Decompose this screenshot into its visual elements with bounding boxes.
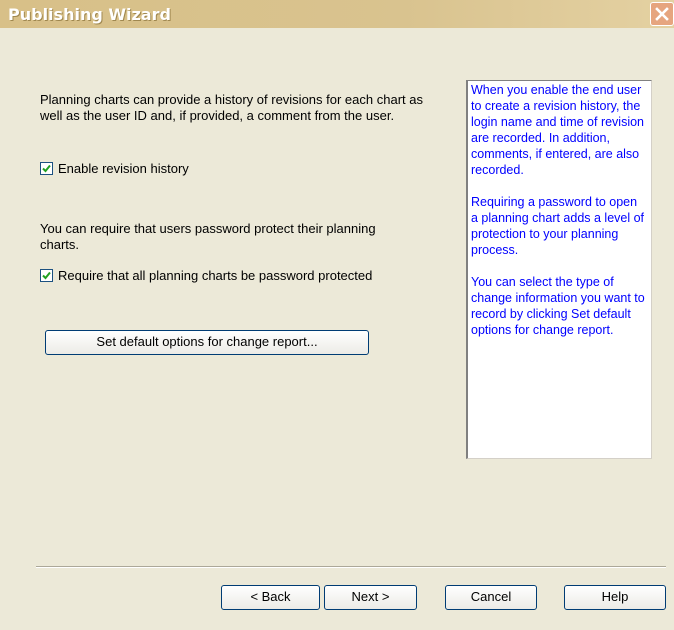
checkbox-label: Enable revision history: [58, 161, 189, 176]
info-paragraph: Requiring a password to open a planning …: [471, 195, 645, 257]
help-button[interactable]: Help: [564, 585, 666, 610]
title-bar[interactable]: Publishing Wizard: [0, 0, 674, 28]
revision-description: Planning charts can provide a history of…: [40, 92, 423, 123]
enable-revision-history-checkbox[interactable]: Enable revision history: [40, 161, 189, 176]
checkbox-label: Require that all planning charts be pass…: [58, 268, 373, 283]
cancel-button[interactable]: Cancel: [445, 585, 537, 610]
checkmark-icon: [42, 164, 51, 173]
info-paragraph: When you enable the end user to create a…: [471, 83, 645, 177]
close-button[interactable]: [650, 2, 674, 26]
close-icon: [655, 7, 669, 21]
info-panel: When you enable the end user to create a…: [466, 80, 652, 459]
require-password-checkbox[interactable]: Require that all planning charts be pass…: [40, 268, 372, 283]
checkbox[interactable]: [40, 162, 53, 175]
checkbox[interactable]: [40, 269, 53, 282]
window-title: Publishing Wizard: [8, 5, 171, 24]
checkmark-icon: [42, 271, 51, 280]
next-button[interactable]: Next >: [324, 585, 417, 610]
info-paragraph: You can select the type of change inform…: [471, 275, 645, 337]
password-description: You can require that users password prot…: [40, 221, 376, 252]
publishing-wizard-dialog: Publishing Wizard Planning charts can pr…: [0, 0, 674, 630]
back-button[interactable]: < Back: [221, 585, 320, 610]
separator: [36, 566, 666, 568]
set-default-options-button[interactable]: Set default options for change report...: [45, 330, 369, 355]
